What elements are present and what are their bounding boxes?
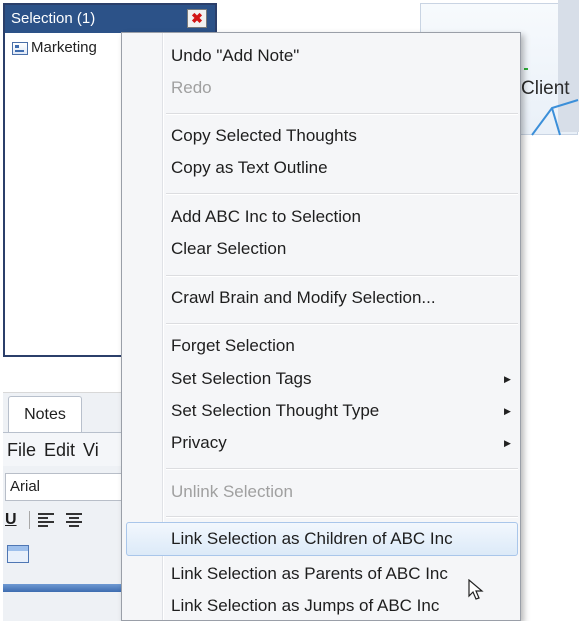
menu-item-unlink-selection: Unlink Selection	[171, 482, 293, 501]
menu-item-link-children[interactable]: Link Selection as Children of ABC Inc	[171, 524, 453, 554]
selection-item-label: Marketing	[31, 39, 97, 56]
menu-separator	[166, 193, 518, 195]
underline-icon[interactable]: U	[5, 511, 25, 529]
tab-notes[interactable]: Notes	[8, 396, 82, 432]
menu-item-copy-outline[interactable]: Copy as Text Outline	[171, 153, 328, 183]
menu-separator	[166, 323, 518, 325]
menu-item-forget-selection[interactable]: Forget Selection	[171, 331, 295, 361]
menu-separator	[166, 516, 518, 518]
toolbar-separator	[29, 511, 30, 529]
menu-item-copy-selected[interactable]: Copy Selected Thoughts	[171, 121, 357, 151]
menu-edit[interactable]: Edit	[44, 440, 75, 460]
selection-item-marketing[interactable]: Marketing	[12, 38, 97, 58]
menu-separator	[166, 468, 518, 470]
menu-separator	[166, 113, 518, 115]
align-left-icon[interactable]	[38, 513, 54, 527]
menu-separator	[166, 275, 518, 277]
selection-title: Selection (1)	[5, 5, 215, 33]
submenu-arrow-icon: ▶	[504, 374, 511, 384]
menu-item-crawl-brain[interactable]: Crawl Brain and Modify Selection...	[171, 283, 436, 313]
menu-item-privacy[interactable]: Privacy	[171, 428, 227, 458]
menu-item-set-thought-type[interactable]: Set Selection Thought Type	[171, 396, 379, 426]
map-node-client[interactable]: Client	[521, 78, 570, 100]
format-toolbar: U	[5, 507, 94, 533]
mouse-cursor-icon	[468, 579, 484, 600]
submenu-arrow-icon: ▶	[504, 438, 511, 448]
close-icon[interactable]: ✖	[187, 9, 207, 28]
menu-view[interactable]: Vi	[83, 440, 99, 460]
calendar-icon[interactable]	[7, 545, 29, 563]
thought-icon	[12, 41, 28, 55]
menu-item-link-parents[interactable]: Link Selection as Parents of ABC Inc	[171, 559, 448, 589]
menu-item-clear-selection[interactable]: Clear Selection	[171, 234, 286, 264]
context-menu: Undo "Add Note" Redo Copy Selected Thoug…	[121, 32, 521, 621]
menu-item-link-jumps[interactable]: Link Selection as Jumps of ABC Inc	[171, 591, 439, 621]
menu-item-set-tags[interactable]: Set Selection Tags	[171, 364, 312, 394]
menu-file[interactable]: File	[7, 440, 36, 460]
menu-item-undo[interactable]: Undo "Add Note"	[171, 41, 299, 71]
submenu-arrow-icon: ▶	[504, 406, 511, 416]
menu-item-add-to-selection[interactable]: Add ABC Inc to Selection	[171, 202, 361, 232]
align-center-icon[interactable]	[66, 513, 82, 527]
menu-item-redo: Redo	[171, 78, 212, 97]
